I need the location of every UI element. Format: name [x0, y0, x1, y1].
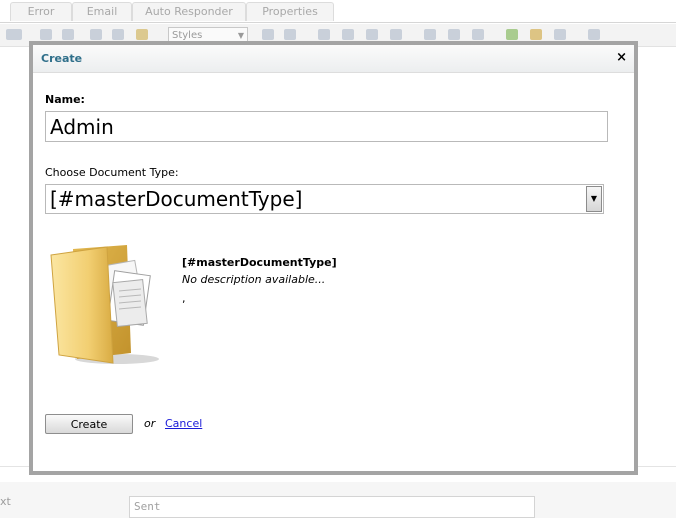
document-type-select[interactable]: [#masterDocumentType] ▼: [45, 184, 604, 214]
document-type-description: No description available...: [182, 273, 326, 286]
document-type-label: Choose Document Type:: [45, 166, 179, 179]
name-input[interactable]: [45, 111, 608, 142]
copy-icon[interactable]: [112, 29, 124, 40]
name-label: Name:: [45, 93, 85, 106]
anchor-icon[interactable]: [472, 29, 484, 40]
outdent-icon[interactable]: [366, 29, 378, 40]
or-separator: or: [144, 417, 156, 430]
tab-error[interactable]: Error: [10, 2, 72, 21]
undo-icon[interactable]: [40, 29, 52, 40]
link-icon[interactable]: [424, 29, 436, 40]
folder-with-documents-icon: [47, 241, 162, 366]
tab-email[interactable]: Email: [72, 2, 132, 21]
redo-icon[interactable]: [62, 29, 74, 40]
bullet-list-icon[interactable]: [318, 29, 330, 40]
create-dialog: Create × Name: Choose Document Type: [#m…: [29, 41, 638, 475]
close-icon[interactable]: ×: [616, 50, 627, 65]
indent-icon[interactable]: [390, 29, 402, 40]
search-icon[interactable]: [588, 29, 600, 40]
document-type-extra: ,: [182, 292, 186, 305]
background-field-label: xt: [0, 495, 11, 508]
source-icon[interactable]: [6, 29, 22, 40]
bold-icon[interactable]: [262, 29, 274, 40]
create-button[interactable]: Create: [45, 414, 133, 434]
numbered-list-icon[interactable]: [342, 29, 354, 40]
insert-media-icon[interactable]: [506, 29, 518, 40]
paste-icon[interactable]: [136, 29, 148, 40]
background-text-field[interactable]: Sent: [129, 496, 535, 518]
unlink-icon[interactable]: [448, 29, 460, 40]
italic-icon[interactable]: [284, 29, 296, 40]
styles-select[interactable]: Styles ▼: [168, 27, 248, 42]
dialog-header: Create ×: [33, 45, 634, 73]
dialog-title: Create: [41, 52, 83, 65]
document-type-select-value: [#masterDocumentType]: [50, 187, 303, 211]
tab-properties[interactable]: Properties: [246, 2, 334, 21]
document-type-name: [#masterDocumentType]: [182, 256, 337, 269]
edit-icon[interactable]: [554, 29, 566, 40]
insert-image-icon[interactable]: [530, 29, 542, 40]
chevron-down-icon[interactable]: ▼: [586, 186, 602, 212]
background-tab-bar: Error Email Auto Responder Properties: [0, 0, 676, 23]
cancel-link[interactable]: Cancel: [165, 417, 202, 430]
tab-auto-responder[interactable]: Auto Responder: [132, 2, 246, 21]
styles-select-value: Styles: [172, 30, 203, 41]
cut-icon[interactable]: [90, 29, 102, 40]
